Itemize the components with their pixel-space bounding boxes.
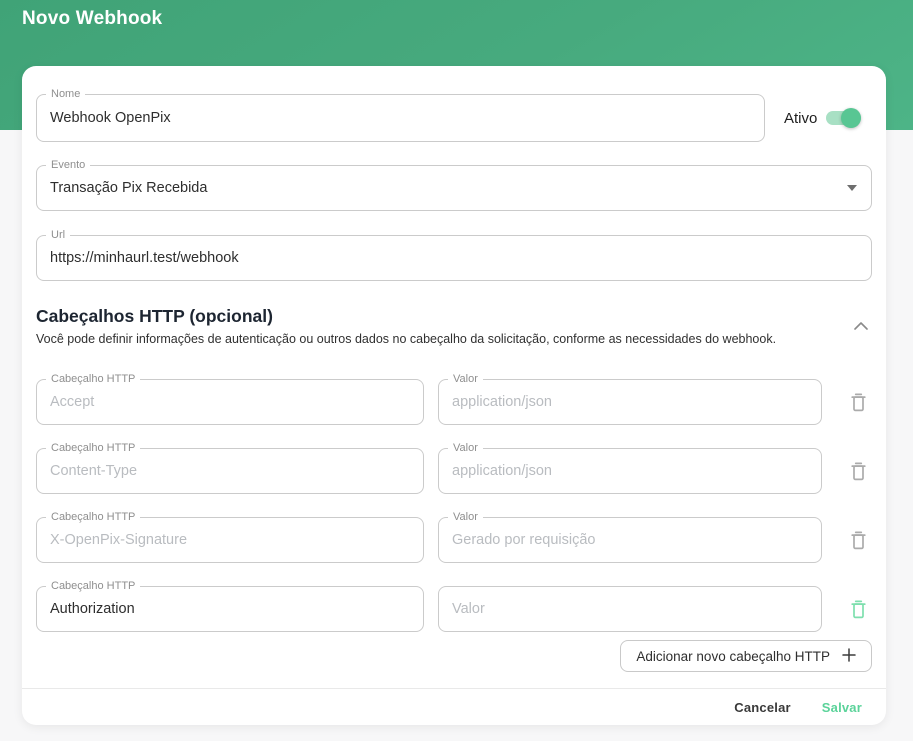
header-value-field bbox=[438, 586, 822, 632]
name-row: Nome Ativo bbox=[36, 94, 872, 142]
http-headers-section-text: Cabeçalhos HTTP (opcional) Você pode def… bbox=[36, 306, 776, 346]
add-header-row: Adicionar novo cabeçalho HTTP bbox=[36, 640, 872, 672]
trash-icon bbox=[851, 400, 866, 415]
delete-header-button[interactable] bbox=[845, 529, 872, 552]
form-footer: Cancelar Salvar bbox=[22, 688, 886, 725]
event-field-label: Evento bbox=[46, 158, 90, 172]
http-header-rows: Cabeçalho HTTP Valor Cabeçalho HTTP bbox=[36, 379, 872, 632]
url-input[interactable] bbox=[37, 236, 871, 280]
webhook-form-card: Nome Ativo Evento Transação Pix Recebida… bbox=[22, 66, 886, 725]
header-value-input[interactable] bbox=[439, 587, 821, 631]
header-row-3: Cabeçalho HTTP Valor bbox=[36, 517, 872, 563]
delete-header-button[interactable] bbox=[845, 391, 872, 414]
save-button[interactable]: Salvar bbox=[822, 700, 862, 715]
header-key-field: Cabeçalho HTTP bbox=[36, 448, 424, 494]
header-key-label: Cabeçalho HTTP bbox=[46, 372, 140, 386]
event-select[interactable]: Evento Transação Pix Recebida bbox=[36, 165, 872, 211]
http-headers-description: Você pode definir informações de autenti… bbox=[36, 332, 776, 346]
event-row: Evento Transação Pix Recebida bbox=[36, 165, 872, 211]
header-key-input[interactable] bbox=[37, 449, 423, 493]
http-headers-title: Cabeçalhos HTTP (opcional) bbox=[36, 306, 776, 327]
header-value-label: Valor bbox=[448, 372, 483, 386]
add-header-button[interactable]: Adicionar novo cabeçalho HTTP bbox=[620, 640, 872, 672]
header-value-label: Valor bbox=[448, 510, 483, 524]
toggle-thumb bbox=[841, 108, 861, 128]
header-key-label: Cabeçalho HTTP bbox=[46, 510, 140, 524]
collapse-section-button[interactable] bbox=[850, 318, 872, 334]
header-key-field: Cabeçalho HTTP bbox=[36, 586, 424, 632]
cancel-button[interactable]: Cancelar bbox=[734, 700, 791, 715]
header-value-field: Valor bbox=[438, 517, 822, 563]
header-key-label: Cabeçalho HTTP bbox=[46, 579, 140, 593]
name-input[interactable] bbox=[37, 95, 764, 141]
url-row: Url bbox=[36, 235, 872, 281]
header-value-input[interactable] bbox=[439, 449, 821, 493]
plus-icon bbox=[842, 648, 856, 665]
trash-icon bbox=[851, 538, 866, 553]
header-value-label: Valor bbox=[448, 441, 483, 455]
header-key-input[interactable] bbox=[37, 380, 423, 424]
url-field: Url bbox=[36, 235, 872, 281]
http-headers-section-header: Cabeçalhos HTTP (opcional) Você pode def… bbox=[36, 306, 872, 346]
event-selected-value: Transação Pix Recebida bbox=[37, 166, 871, 210]
trash-icon bbox=[851, 469, 866, 484]
page-title: Novo Webhook bbox=[0, 0, 913, 30]
header-key-field: Cabeçalho HTTP bbox=[36, 517, 424, 563]
header-row-2: Cabeçalho HTTP Valor bbox=[36, 448, 872, 494]
delete-header-button[interactable] bbox=[845, 598, 872, 621]
name-field: Nome bbox=[36, 94, 765, 142]
header-value-field: Valor bbox=[438, 379, 822, 425]
active-toggle-label: Ativo bbox=[784, 110, 817, 127]
header-value-input[interactable] bbox=[439, 380, 821, 424]
chevron-up-icon bbox=[854, 318, 868, 333]
header-row-4: Cabeçalho HTTP bbox=[36, 586, 872, 632]
active-toggle[interactable] bbox=[826, 108, 861, 128]
name-field-label: Nome bbox=[46, 87, 85, 101]
header-key-field: Cabeçalho HTTP bbox=[36, 379, 424, 425]
header-key-input[interactable] bbox=[37, 587, 423, 631]
header-key-label: Cabeçalho HTTP bbox=[46, 441, 140, 455]
trash-icon bbox=[851, 607, 866, 622]
delete-header-button[interactable] bbox=[845, 460, 872, 483]
add-header-button-label: Adicionar novo cabeçalho HTTP bbox=[636, 649, 830, 664]
url-field-label: Url bbox=[46, 228, 70, 242]
header-value-input[interactable] bbox=[439, 518, 821, 562]
header-key-input[interactable] bbox=[37, 518, 423, 562]
header-row-1: Cabeçalho HTTP Valor bbox=[36, 379, 872, 425]
header-value-field: Valor bbox=[438, 448, 822, 494]
